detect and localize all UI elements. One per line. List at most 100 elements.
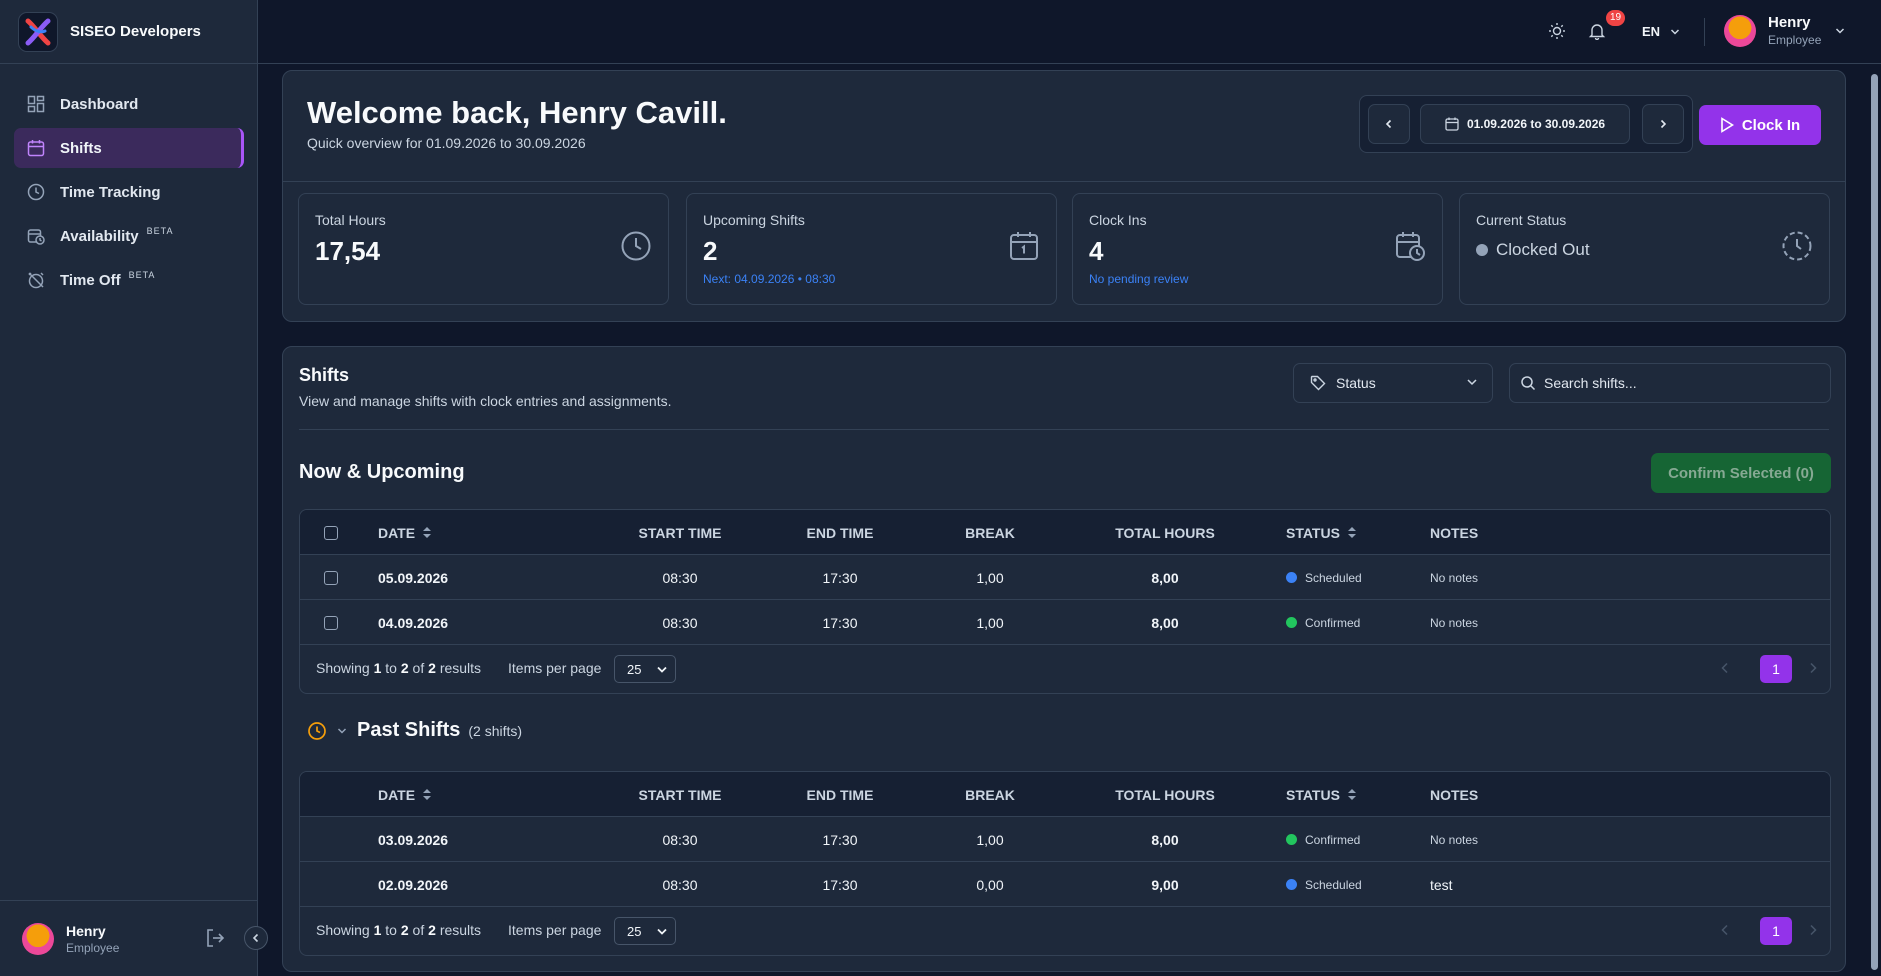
stat-current-status: Current Status Clocked Out [1459, 193, 1830, 305]
column-end-time: End Time [806, 524, 874, 541]
status-badge: Confirmed [1286, 817, 1360, 862]
prev-range-button[interactable] [1368, 104, 1410, 144]
avatar[interactable] [22, 922, 54, 955]
cell-break: 1,00 [976, 831, 1004, 848]
user-menu[interactable]: Henry Employee [1724, 14, 1845, 47]
next-page-icon[interactable] [1808, 923, 1818, 941]
scrollbar[interactable] [1871, 74, 1878, 970]
items-per-page-select[interactable]: 25 [614, 917, 676, 945]
confirm-selected-button[interactable]: Confirm Selected (0) [1651, 453, 1831, 493]
stat-label: Current Status [1476, 212, 1567, 228]
past-shifts-count: (2 shifts) [468, 722, 523, 739]
status-value: Clocked Out [1496, 240, 1590, 259]
page-button[interactable]: 1 [1760, 917, 1792, 945]
user-role: Employee [1768, 33, 1822, 47]
results-summary: Showing 1 to 2 of 2 results [316, 922, 482, 938]
status-badge: Scheduled [1286, 862, 1362, 907]
prev-page-icon[interactable] [1720, 661, 1730, 679]
cell-end: 17:30 [822, 831, 858, 848]
collapse-sidebar-button[interactable] [244, 926, 268, 950]
cell-notes: No notes [1430, 832, 1479, 847]
logout-icon[interactable] [204, 927, 226, 954]
bell-icon[interactable] [1588, 22, 1606, 45]
sidebar-item-label: Time Off [60, 271, 121, 289]
stat-upcoming-shifts: Upcoming Shifts 2 Next: 04.09.2026 • 08:… [686, 193, 1057, 305]
sidebar-item-dashboard[interactable]: Dashboard [14, 84, 243, 124]
cell-total: 8,00 [1151, 831, 1179, 848]
theme-toggle-icon[interactable] [1548, 22, 1566, 45]
row-checkbox[interactable] [324, 555, 338, 600]
sidebar-item-label: Shifts [60, 139, 102, 157]
table-header: Date Start Time End Time Break Total Hou… [300, 510, 1830, 555]
table-row[interactable]: 03.09.2026 08:30 17:30 1,00 8,00 Confirm… [300, 817, 1830, 862]
sidebar-item-shifts[interactable]: Shifts [14, 128, 244, 168]
clock-in-button[interactable]: Clock In [1699, 105, 1821, 145]
select-all-checkbox[interactable] [324, 510, 338, 555]
column-status[interactable]: Status [1286, 510, 1356, 555]
status-dot [1286, 879, 1297, 890]
history-clock-icon [308, 721, 326, 740]
clock-icon [26, 182, 46, 202]
language-selector[interactable]: EN [1642, 24, 1680, 39]
column-total-hours: Total Hours [1115, 786, 1215, 803]
status-indicator: Clocked Out [1476, 240, 1590, 260]
sidebar-nav: Dashboard Shifts Time Tracking Availabil… [0, 64, 257, 324]
table-row[interactable]: 04.09.2026 08:30 17:30 1,00 8,00 Confirm… [300, 600, 1830, 645]
status-filter[interactable]: Status [1293, 363, 1493, 403]
calendar-icon [26, 138, 46, 158]
cell-date: 04.09.2026 [378, 614, 449, 631]
brand-name: SISEO Developers [70, 23, 201, 40]
cell-total: 8,00 [1151, 569, 1179, 586]
items-per-page-select[interactable]: 25 [614, 655, 676, 683]
upcoming-title: Now & Upcoming [299, 461, 465, 483]
stat-value: 17,54 [315, 236, 381, 266]
brand[interactable]: SISEO Developers [0, 0, 257, 64]
cell-notes: test [1430, 876, 1453, 893]
date-range-picker[interactable]: 01.09.2026 to 30.09.2026 [1420, 104, 1630, 144]
cell-break: 1,00 [976, 614, 1004, 631]
status-dot [1286, 617, 1297, 628]
user-role: Employee [66, 940, 120, 955]
page-subtitle: Quick overview for 01.09.2026 to 30.09.2… [307, 135, 586, 151]
sidebar-item-availability[interactable]: Availability BETA [14, 216, 243, 256]
calendar-icon [1008, 230, 1040, 267]
table-row[interactable]: 02.09.2026 08:30 17:30 0,00 9,00 Schedul… [300, 862, 1830, 907]
table-row[interactable]: 05.09.2026 08:30 17:30 1,00 8,00 Schedul… [300, 555, 1830, 600]
stat-label: Clock Ins [1089, 212, 1147, 228]
chevron-down-icon [1671, 28, 1680, 35]
chevron-down-icon [657, 928, 667, 935]
row-checkbox[interactable] [324, 600, 338, 645]
clock-in-label: Clock In [1741, 116, 1801, 134]
sidebar-item-time-off[interactable]: Time Off BETA [14, 260, 243, 300]
page-button[interactable]: 1 [1760, 655, 1792, 683]
column-date[interactable]: Date [378, 510, 432, 555]
column-start-time: Start Time [638, 524, 722, 541]
past-shifts-table: Date Start Time End Time Break Total Hou… [299, 771, 1831, 956]
sidebar-item-label: Dashboard [60, 95, 139, 113]
stat-label: Total Hours [315, 212, 386, 228]
table-footer: Showing 1 to 2 of 2 results Items per pa… [300, 907, 1830, 955]
status-dot [1476, 244, 1488, 256]
beta-badge: BETA [128, 270, 156, 280]
prev-page-icon[interactable] [1720, 923, 1730, 941]
sort-icon [423, 527, 432, 538]
status-dot [1286, 572, 1297, 583]
chevron-down-icon [657, 666, 667, 673]
stat-value: 2 [703, 236, 718, 266]
next-page-icon[interactable] [1808, 661, 1818, 679]
chevron-down-icon [337, 727, 347, 734]
cell-total: 9,00 [1151, 876, 1179, 893]
column-status[interactable]: Status [1286, 772, 1356, 817]
stat-value: 4 [1089, 236, 1104, 266]
calendar-clock-icon [26, 226, 46, 246]
column-notes: Notes [1430, 786, 1479, 803]
past-shifts-toggle[interactable]: Past Shifts (2 shifts) [307, 719, 522, 742]
language-label: EN [1642, 24, 1661, 39]
chevron-left-icon [252, 933, 259, 943]
items-per-page-label: Items per page [508, 922, 602, 938]
column-date[interactable]: Date [378, 772, 432, 817]
dashboard-icon [26, 94, 46, 114]
next-range-button[interactable] [1642, 104, 1684, 144]
sidebar-item-time-tracking[interactable]: Time Tracking [14, 172, 243, 212]
search-input[interactable] [1544, 375, 1814, 391]
